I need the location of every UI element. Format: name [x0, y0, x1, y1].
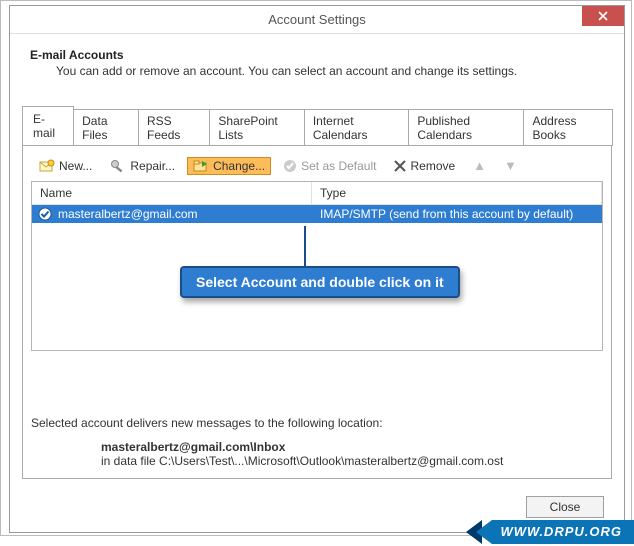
arrow-down-icon: ▼ — [504, 158, 517, 173]
remove-x-icon — [394, 160, 406, 172]
toolbar: New... Repair... Change... — [31, 154, 603, 181]
account-row-name: masteralbertz@gmail.com — [56, 207, 312, 221]
intro-heading: E-mail Accounts — [30, 48, 604, 62]
set-default-label: Set as Default — [301, 159, 376, 173]
close-icon — [598, 11, 608, 21]
window-title: Account Settings — [268, 12, 366, 27]
tab-sharepoint-lists[interactable]: SharePoint Lists — [209, 109, 304, 146]
footer-location-bold: masteralbertz@gmail.com\Inbox — [101, 440, 603, 454]
intro-subtext: You can add or remove an account. You ca… — [30, 64, 604, 78]
account-row[interactable]: masteralbertz@gmail.com IMAP/SMTP (send … — [32, 205, 602, 223]
move-down-button: ▼ — [498, 156, 523, 175]
close-button[interactable]: Close — [526, 496, 604, 518]
set-default-button: Set as Default — [277, 157, 382, 175]
tab-data-files[interactable]: Data Files — [73, 109, 139, 146]
titlebar: Account Settings — [10, 6, 624, 34]
footer-location-path: in data file C:\Users\Test\...\Microsoft… — [101, 454, 603, 468]
watermark-ribbon: WWW.DRPU.ORG — [466, 520, 634, 544]
footer-intro: Selected account delivers new messages t… — [31, 416, 603, 430]
ribbon-chevron-light-icon — [476, 520, 492, 544]
callout-connector — [304, 226, 306, 268]
list-header: Name Type — [32, 182, 602, 205]
tab-panel-email: New... Repair... Change... — [22, 145, 612, 479]
change-folder-icon — [193, 159, 209, 173]
window-close-button[interactable] — [582, 6, 624, 26]
watermark-text: WWW.DRPU.ORG — [492, 520, 634, 544]
default-account-icon — [38, 207, 52, 221]
close-button-label: Close — [550, 500, 581, 514]
tab-published-calendars[interactable]: Published Calendars — [408, 109, 524, 146]
tab-strip: E-mail Data Files RSS Feeds SharePoint L… — [22, 106, 612, 145]
new-mail-icon — [39, 159, 55, 173]
tab-rss-feeds[interactable]: RSS Feeds — [138, 109, 210, 146]
instruction-callout: Select Account and double click on it — [180, 266, 460, 298]
remove-button[interactable]: Remove — [388, 157, 461, 175]
account-list: Name Type masteralbertz@gmail.com IMAP/S… — [31, 181, 603, 351]
intro-section: E-mail Accounts You can add or remove an… — [10, 34, 624, 88]
new-label: New... — [59, 159, 92, 173]
tab-address-books[interactable]: Address Books — [523, 109, 613, 146]
col-header-type[interactable]: Type — [312, 182, 602, 205]
repair-icon — [110, 159, 126, 173]
change-label: Change... — [213, 159, 265, 173]
move-up-button: ▲ — [467, 156, 492, 175]
account-settings-window: Account Settings E-mail Accounts You can… — [9, 5, 625, 533]
repair-label: Repair... — [130, 159, 175, 173]
new-button[interactable]: New... — [33, 157, 98, 175]
col-header-name[interactable]: Name — [32, 182, 312, 205]
arrow-up-icon: ▲ — [473, 158, 486, 173]
check-circle-icon — [283, 159, 297, 173]
account-row-type: IMAP/SMTP (send from this account by def… — [312, 207, 602, 221]
change-button[interactable]: Change... — [187, 157, 271, 175]
remove-label: Remove — [410, 159, 455, 173]
tab-internet-calendars[interactable]: Internet Calendars — [304, 109, 410, 146]
tab-email[interactable]: E-mail — [22, 106, 74, 145]
repair-button[interactable]: Repair... — [104, 157, 181, 175]
panel-footer: Selected account delivers new messages t… — [31, 416, 603, 468]
